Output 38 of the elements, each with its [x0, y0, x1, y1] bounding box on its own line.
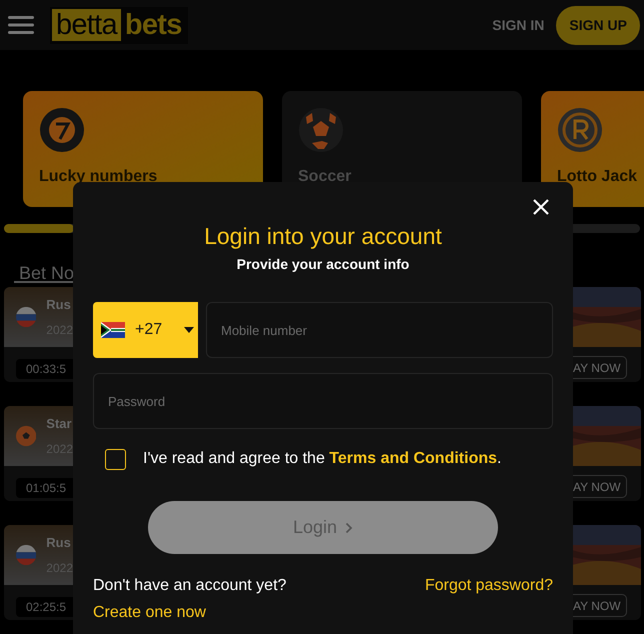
forgot-password-link[interactable]: Forgot password? — [424, 574, 553, 598]
flag-icon — [101, 322, 125, 338]
chevron-right-icon — [345, 522, 354, 534]
terms-text: I've read and agree to the Terms and Conditions. — [143, 449, 502, 469]
countdown-timer: 01:05:5 — [16, 478, 73, 498]
dialog-subtitle: Provide your account info — [236, 255, 410, 274]
sign-in-link[interactable]: SIGN IN — [492, 14, 544, 36]
close-icon[interactable] — [531, 197, 551, 217]
mobile-number-field[interactable]: Mobile number — [206, 302, 553, 358]
logo-text: betta — [52, 9, 121, 41]
match-name: Rus — [46, 296, 72, 314]
password-field[interactable]: Password — [93, 373, 553, 429]
match-name: Rus — [46, 534, 72, 552]
country-code-select[interactable]: +27 — [93, 302, 198, 358]
country-code: +27 — [135, 320, 162, 340]
category-title: Lotto Jack — [557, 167, 638, 187]
no-account-text: Don't have an account yet? — [93, 576, 286, 596]
sign-up-button[interactable]: SIGN UP — [556, 6, 640, 44]
caret-icon — [184, 327, 194, 333]
match-name: Star — [46, 415, 73, 434]
category-title: Soccer — [298, 167, 352, 187]
flag-icon — [16, 544, 36, 566]
terms-checkbox[interactable] — [105, 448, 126, 470]
soccer-ball-icon — [298, 107, 344, 153]
countdown-timer: 00:33:5 — [16, 359, 73, 379]
category-title: Lucky numbers — [39, 167, 158, 187]
dialog-title: Login into your account — [204, 222, 442, 250]
ball-icon — [39, 107, 85, 153]
logo[interactable]: betta bets — [50, 6, 188, 44]
logo-text: bets — [124, 10, 183, 40]
create-account-link[interactable]: Create one now — [93, 601, 286, 625]
terms-link[interactable]: Terms and Conditions — [329, 450, 498, 467]
menu-icon[interactable] — [8, 15, 34, 35]
flag-icon — [16, 306, 36, 328]
coin-icon — [557, 107, 603, 153]
category-card[interactable]: Lotto Jack — [541, 91, 644, 207]
countdown-timer: 02:25:5 — [16, 597, 73, 617]
soccer-ball-icon — [16, 425, 36, 447]
